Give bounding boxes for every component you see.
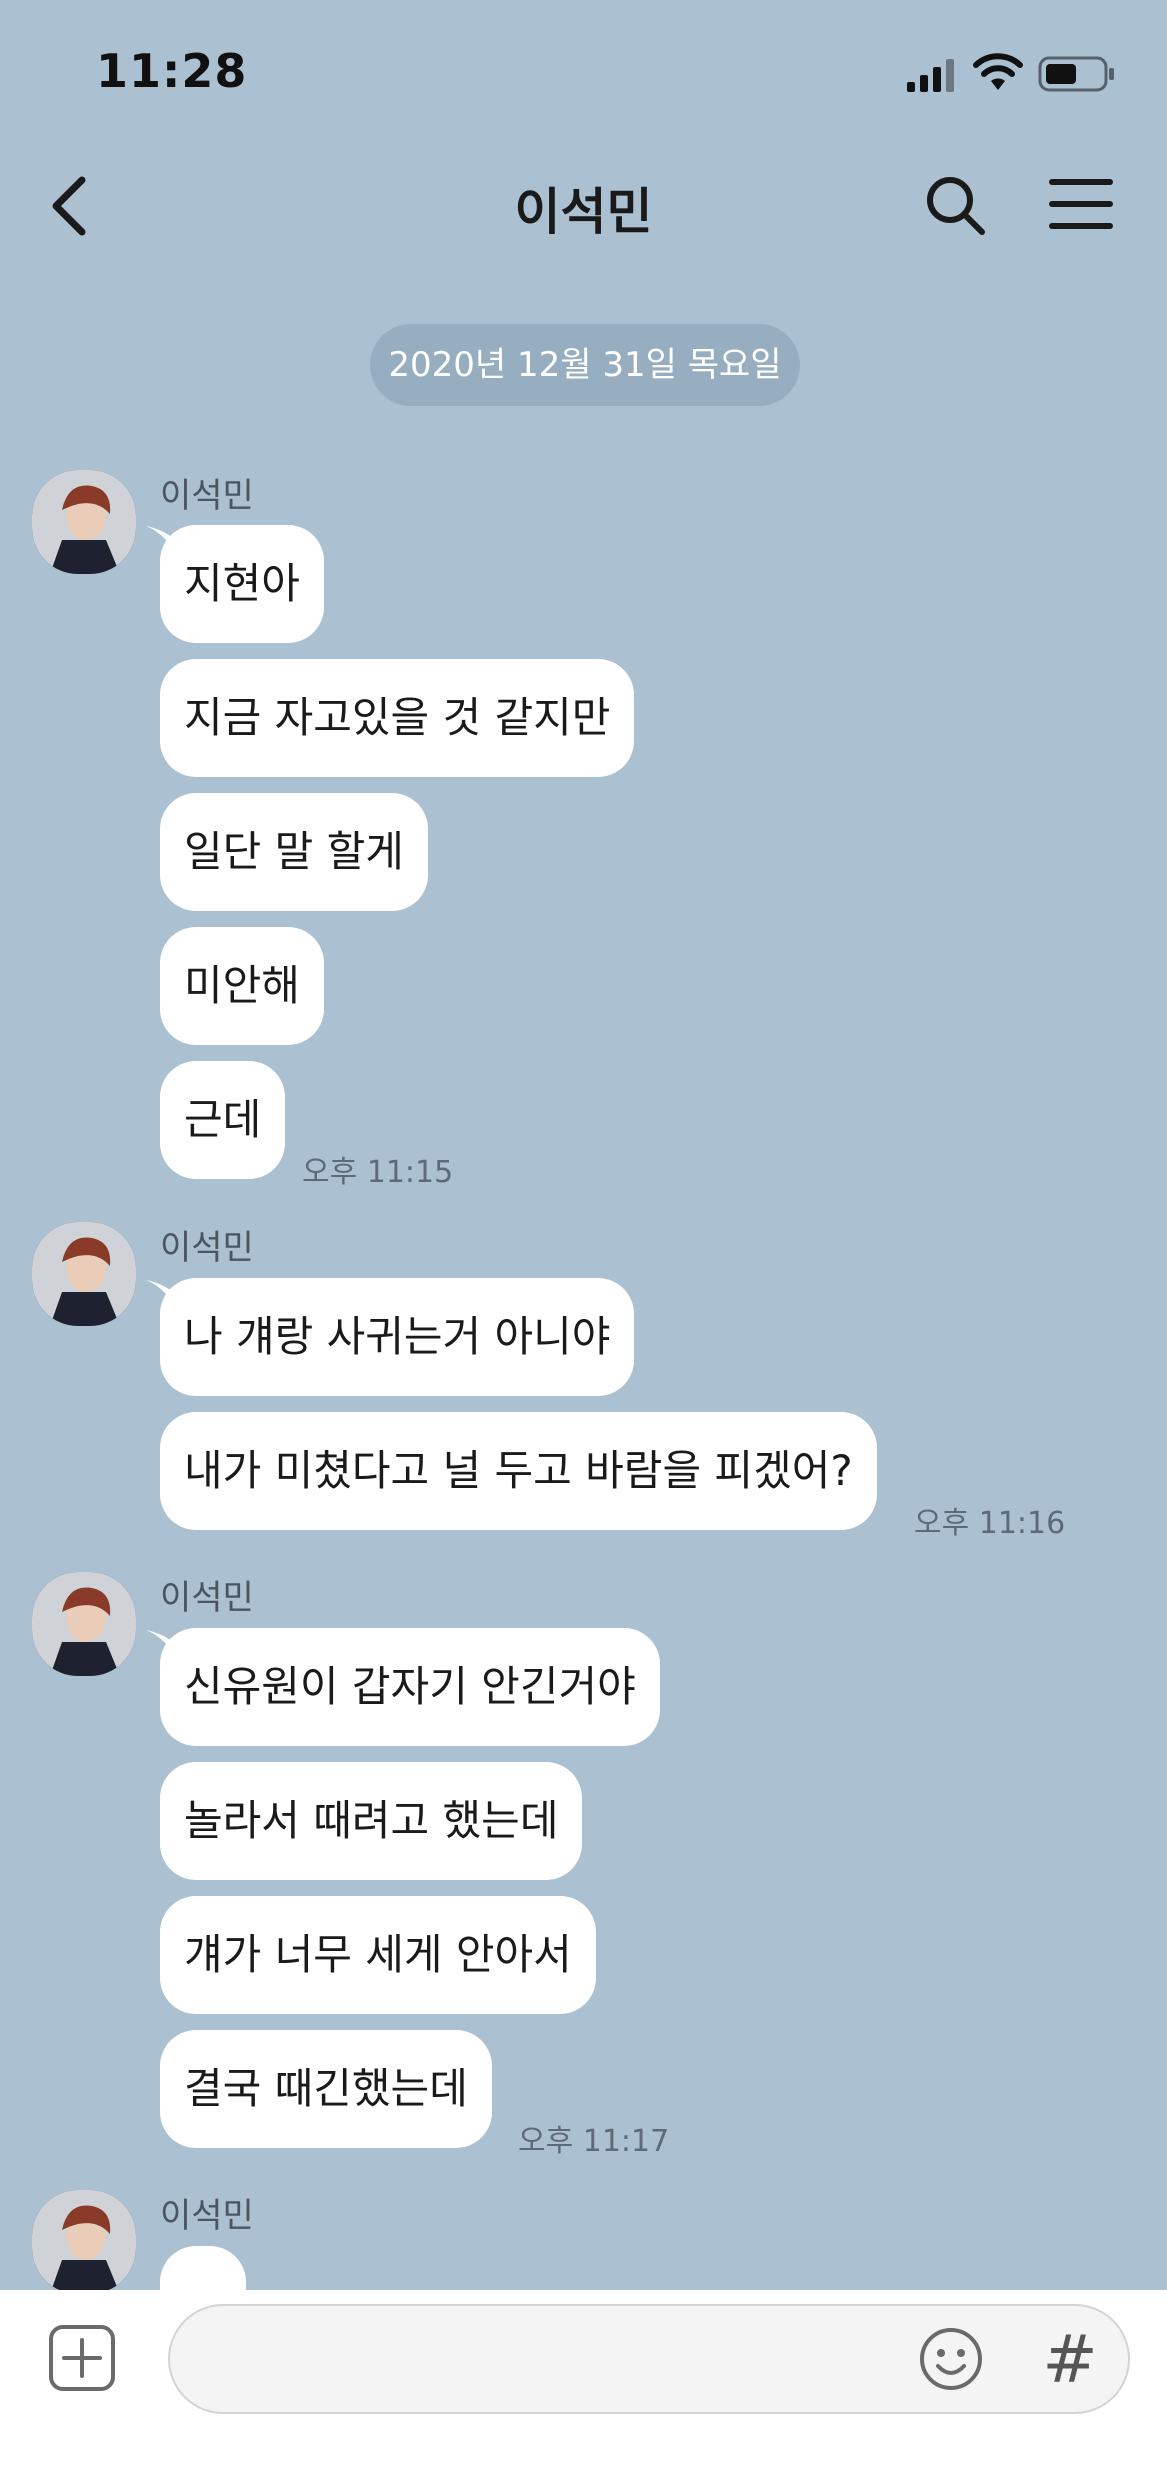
message-input-bar: # [0, 2290, 1167, 2480]
message-bubble[interactable]: 결국 때긴했는데 [160, 2030, 492, 2148]
avatar[interactable] [32, 2190, 136, 2294]
avatar[interactable] [32, 1572, 136, 1676]
avatar-image [32, 2190, 136, 2294]
message-timestamp: 오후 11:17 [518, 2124, 670, 2159]
avatar-image [32, 470, 136, 574]
chat-screen: 11:28 이석민 2020년 12월 31일 목요일 이석민 지현아 지금 자… [0, 0, 1167, 2480]
status-time: 11:28 [96, 44, 248, 98]
chat-title: 이석민 [514, 183, 653, 241]
hash-button[interactable]: # [1040, 2324, 1100, 2396]
message-timestamp: 오후 11:15 [302, 1155, 454, 1190]
avatar[interactable] [32, 470, 136, 574]
date-divider: 2020년 12월 31일 목요일 [370, 324, 800, 406]
message-bubble[interactable]: 신유원이 갑자기 안긴거야 [160, 1628, 660, 1746]
attach-button[interactable] [48, 2324, 116, 2392]
message-bubble[interactable]: 지금 자고있을 것 같지만 [160, 659, 635, 777]
message-bubble[interactable]: 걔가 너무 세게 안아서 [160, 1896, 596, 2014]
emoji-button[interactable] [918, 2326, 984, 2392]
message-bubble[interactable]: 놀라서 때려고 했는데 [160, 1762, 583, 1880]
sender-name: 이석민 [160, 1578, 254, 1618]
signal-icon [907, 59, 954, 92]
wifi-icon [973, 53, 1023, 90]
chat-header: 이석민 [0, 150, 1167, 260]
sender-name: 이석민 [160, 1228, 254, 1268]
message-bubble[interactable]: 미안해 [160, 927, 324, 1045]
search-button[interactable] [922, 172, 988, 238]
sender-name: 이석민 [160, 476, 254, 516]
avatar-image [32, 1572, 136, 1676]
menu-button[interactable] [1048, 176, 1114, 232]
avatar-image [32, 1222, 136, 1326]
message-timestamp: 오후 11:16 [914, 1506, 1066, 1541]
battery-icon [1038, 56, 1114, 92]
message-bubble[interactable]: 지현아 [160, 525, 324, 643]
message-input[interactable] [206, 2306, 906, 2412]
avatar[interactable] [32, 1222, 136, 1326]
message-bubble[interactable]: 근데 [160, 1061, 286, 1179]
message-bubble[interactable]: 나 걔랑 사귀는거 아니야 [160, 1278, 635, 1396]
status-bar: 11:28 [0, 0, 1167, 140]
message-bubble[interactable]: 일단 말 할게 [160, 793, 428, 911]
message-input-field[interactable]: # [168, 2304, 1130, 2414]
message-bubble[interactable]: 내가 미쳤다고 널 두고 바람을 피겠어? [160, 1412, 877, 1530]
sender-name: 이석민 [160, 2196, 254, 2236]
